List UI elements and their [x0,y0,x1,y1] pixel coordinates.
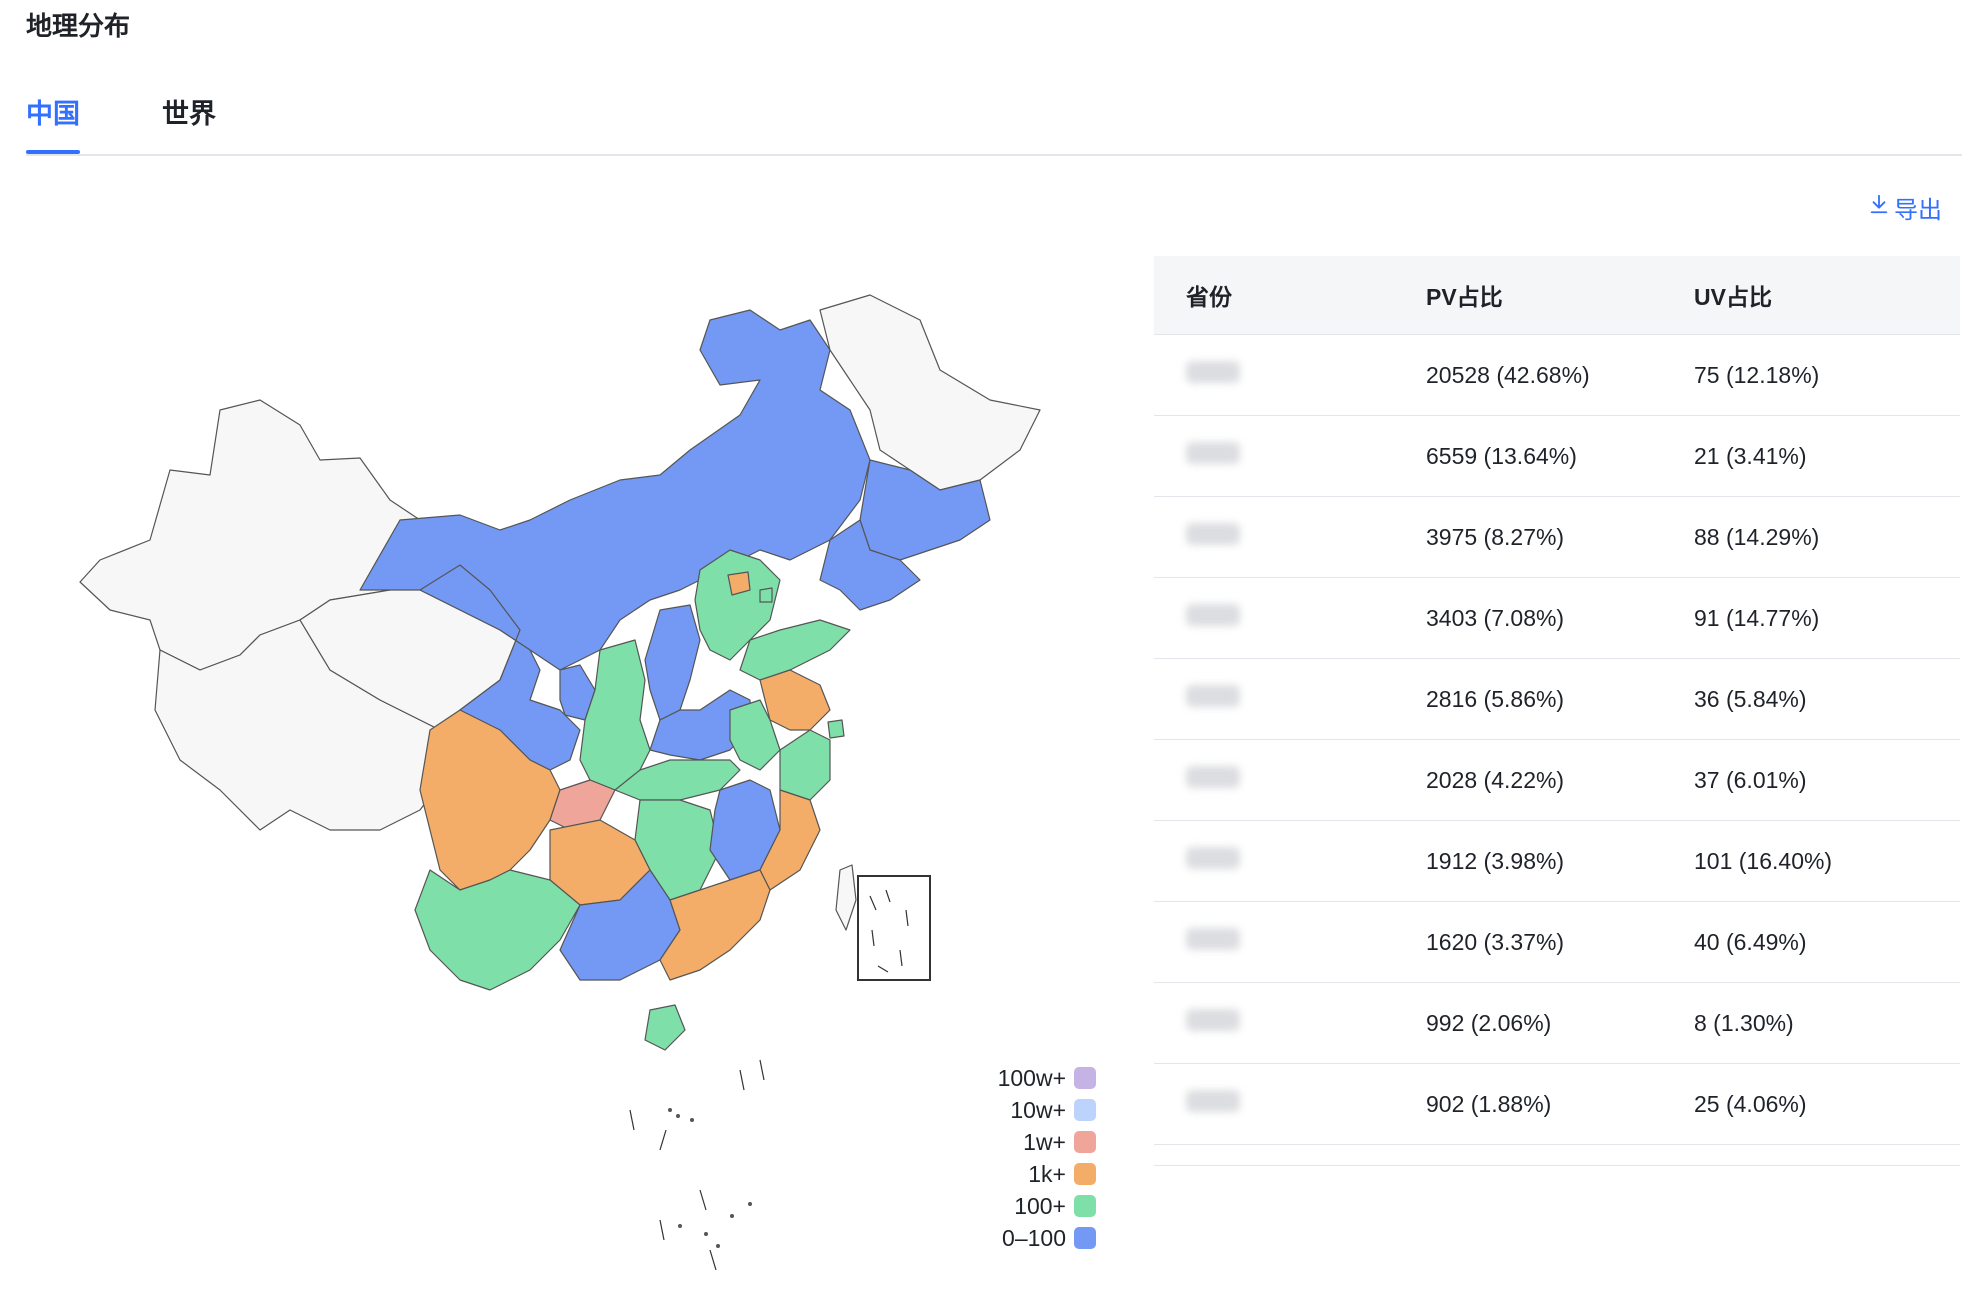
province-name-blurred [1186,361,1240,383]
south-china-sea-inset [857,875,931,981]
pv-value: 6559 (13.64%) [1426,442,1577,469]
pv-value: 1620 (3.37%) [1426,928,1565,955]
legend-item[interactable]: 100+ [986,1190,1096,1222]
legend-label: 10w+ [1010,1096,1066,1123]
region-tabs: 中国 世界 [26,92,1962,156]
legend-label: 100w+ [997,1064,1066,1091]
province-name-blurred [1186,928,1240,950]
province-name-blurred [1186,766,1240,788]
legend-swatch [1074,1227,1096,1249]
legend-label: 1k+ [1028,1160,1066,1187]
uv-value: 88 (14.29%) [1694,523,1820,550]
province-shaanxi [579,639,651,791]
legend-swatch [1074,1067,1096,1089]
header-province[interactable]: 省份 [1154,278,1426,312]
legend-swatch [1074,1131,1096,1153]
table-row[interactable]: 992 (2.06%) 8 (1.30%) [1154,983,1960,1064]
province-tianjin [759,587,773,603]
uv-value: 8 (1.30%) [1694,1009,1794,1036]
table-header: 省份 PV占比 UV占比 [1154,256,1960,335]
export-button[interactable]: 导出 [1868,190,1942,225]
uv-value: 37 (6.01%) [1694,766,1807,793]
province-name-blurred [1186,523,1240,545]
legend-label: 1w+ [1023,1128,1066,1155]
province-name-blurred [1186,1090,1240,1112]
tab-world[interactable]: 世界 [162,92,216,152]
uv-value: 40 (6.49%) [1694,928,1807,955]
province-name-blurred [1186,442,1240,464]
map-legend: 100w+ 10w+ 1w+ 1k+ 100+ 0–100 [986,1062,1096,1254]
export-label: 导出 [1894,197,1942,224]
table-row[interactable]: 3975 (8.27%) 88 (14.29%) [1154,497,1960,578]
legend-swatch [1074,1099,1096,1121]
table-row[interactable]: 902 (1.88%) 25 (4.06%) [1154,1064,1960,1145]
province-name-blurred [1186,847,1240,869]
province-shanghai [827,719,845,739]
legend-label: 0–100 [1002,1224,1066,1251]
uv-value: 75 (12.18%) [1694,361,1820,388]
pv-value: 3975 (8.27%) [1426,523,1565,550]
pv-value: 2028 (4.22%) [1426,766,1565,793]
province-table: 省份 PV占比 UV占比 20528 (42.68%) 75 (12.18%) … [1154,256,1960,1166]
pv-value: 902 (1.88%) [1426,1090,1552,1117]
table-row[interactable]: 20528 (42.68%) 75 (12.18%) [1154,335,1960,416]
province-hainan [644,1004,686,1051]
page-title: 地理分布 [26,11,131,41]
pv-value: 20528 (42.68%) [1426,361,1590,388]
province-name-blurred [1186,604,1240,626]
table-footer [1154,1145,1960,1166]
table-row[interactable]: 1620 (3.37%) 40 (6.49%) [1154,902,1960,983]
legend-item[interactable]: 0–100 [986,1222,1096,1254]
pv-value: 2816 (5.86%) [1426,685,1565,712]
legend-swatch [1074,1163,1096,1185]
legend-item[interactable]: 1k+ [986,1158,1096,1190]
table-row[interactable]: 6559 (13.64%) 21 (3.41%) [1154,416,1960,497]
table-row[interactable]: 1912 (3.98%) 101 (16.40%) [1154,821,1960,902]
uv-value: 25 (4.06%) [1694,1090,1807,1117]
legend-label: 100+ [1014,1192,1066,1219]
tab-china[interactable]: 中国 [26,92,80,154]
province-name-blurred [1186,1009,1240,1031]
table-row[interactable]: 2816 (5.86%) 36 (5.84%) [1154,659,1960,740]
uv-value: 91 (14.77%) [1694,604,1820,631]
uv-value: 101 (16.40%) [1694,847,1833,874]
legend-item[interactable]: 100w+ [986,1062,1096,1094]
legend-item[interactable]: 1w+ [986,1126,1096,1158]
pv-value: 3403 (7.08%) [1426,604,1565,631]
header-uv[interactable]: UV占比 [1694,278,1960,312]
uv-value: 21 (3.41%) [1694,442,1807,469]
province-taiwan [835,864,857,931]
pv-value: 992 (2.06%) [1426,1009,1552,1036]
province-yunnan [414,869,581,991]
table-row[interactable]: 3403 (7.08%) 91 (14.77%) [1154,578,1960,659]
download-icon [1868,193,1890,222]
china-map[interactable] [60,290,1120,1271]
header-pv[interactable]: PV占比 [1426,278,1694,312]
legend-swatch [1074,1195,1096,1217]
uv-value: 36 (5.84%) [1694,685,1807,712]
pv-value: 1912 (3.98%) [1426,847,1565,874]
province-zhejiang [779,729,831,801]
province-name-blurred [1186,685,1240,707]
province-shanxi [644,604,701,721]
legend-item[interactable]: 10w+ [986,1094,1096,1126]
table-row[interactable]: 2028 (4.22%) 37 (6.01%) [1154,740,1960,821]
